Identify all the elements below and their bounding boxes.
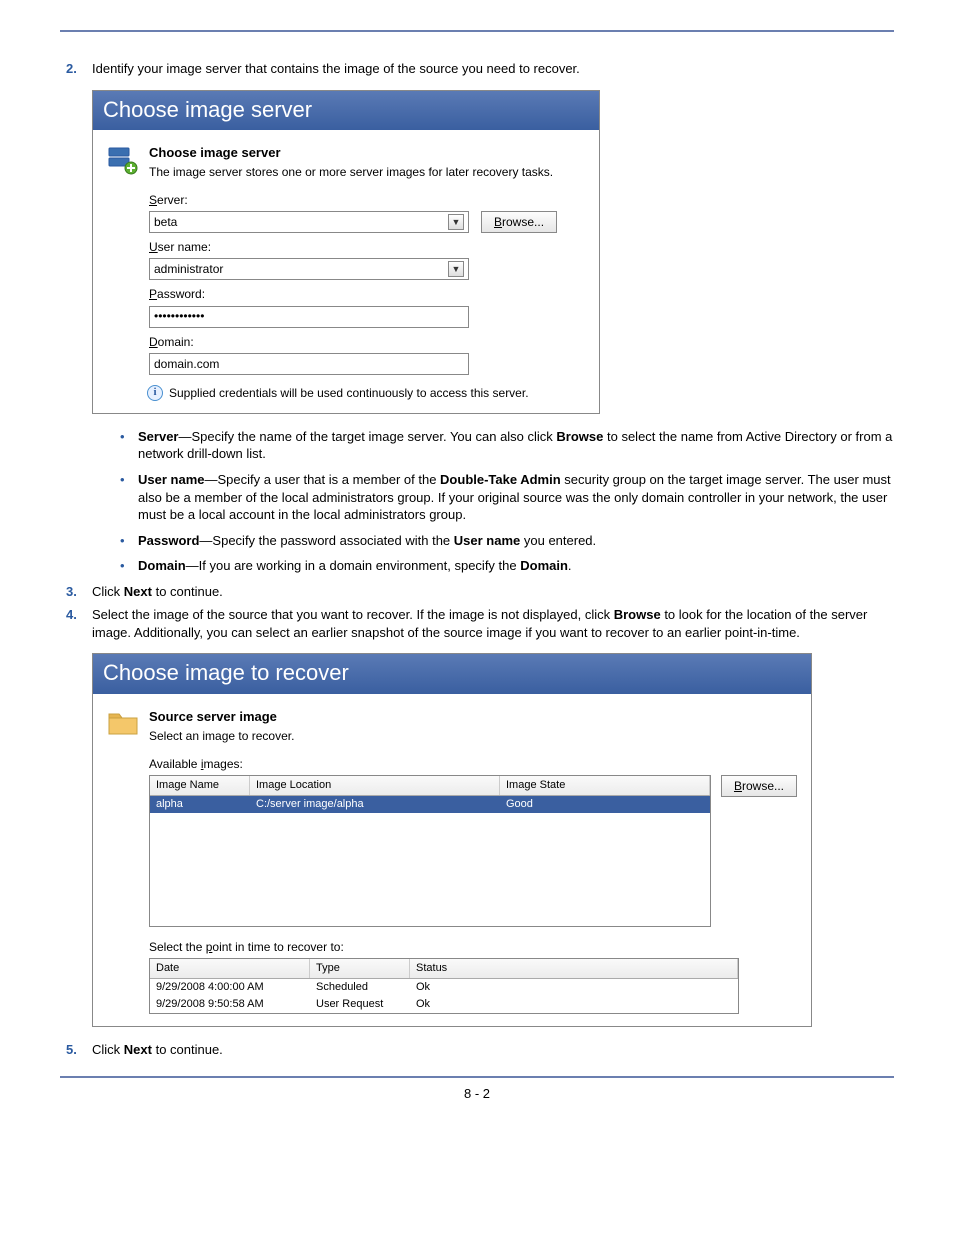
dialog-heading: Choose image server [149, 144, 553, 162]
step-3: 3. Click Next to continue. [60, 583, 894, 601]
col-image-state[interactable]: Image State [500, 776, 710, 795]
username-select[interactable]: administrator ▼ [149, 258, 469, 280]
step-num: 4. [66, 606, 77, 624]
table-header: Image Name Image Location Image State [150, 776, 710, 796]
step-num: 2. [66, 60, 77, 78]
domain-label: Domain: [149, 334, 585, 350]
server-value: beta [154, 214, 177, 230]
choose-image-server-dialog: Choose image server Choose image server … [92, 90, 600, 414]
password-label: Password: [149, 286, 585, 302]
col-status[interactable]: Status [410, 959, 738, 978]
domain-input[interactable]: domain.com [149, 353, 469, 375]
step-4: 4. Select the image of the source that y… [60, 606, 894, 1026]
step-2-text: Identify your image server that contains… [92, 61, 580, 76]
chevron-down-icon[interactable]: ▼ [448, 214, 464, 230]
bullet-username: User name—Specify a user that is a membe… [120, 471, 894, 524]
dialog-sub: Select an image to recover. [149, 728, 294, 744]
step-num: 5. [66, 1041, 77, 1059]
domain-value: domain.com [154, 356, 219, 372]
point-in-time-table[interactable]: Date Type Status 9/29/2008 4:00:00 AM Sc… [149, 958, 739, 1014]
folder-icon [107, 708, 139, 736]
server-icon [107, 144, 139, 176]
dialog-heading: Source server image [149, 708, 294, 726]
chevron-down-icon[interactable]: ▼ [448, 261, 464, 277]
dialog-title: Choose image server [93, 91, 599, 131]
bullet-domain: Domain—If you are working in a domain en… [120, 557, 894, 575]
col-image-location[interactable]: Image Location [250, 776, 500, 795]
browse-button[interactable]: Browse... [721, 775, 797, 797]
choose-image-to-recover-dialog: Choose image to recover Source server im… [92, 653, 812, 1026]
point-in-time-label: Select the point in time to recover to: [149, 939, 797, 955]
browse-button[interactable]: Browse... [481, 211, 557, 233]
password-input[interactable]: •••••••••••• [149, 306, 469, 328]
available-images-table[interactable]: Image Name Image Location Image State al… [149, 775, 711, 927]
available-images-label: Available images: [149, 756, 797, 772]
page-footer: 8 - 2 [0, 1086, 954, 1101]
step-num: 3. [66, 583, 77, 601]
username-value: administrator [154, 261, 223, 277]
bottom-rule [60, 1076, 894, 1078]
table-row[interactable]: alpha C:/server image/alpha Good [150, 796, 710, 813]
top-rule [60, 30, 894, 32]
info-icon: i [147, 385, 163, 401]
table-row[interactable]: 9/29/2008 4:00:00 AM Scheduled Ok [150, 979, 738, 996]
password-value: •••••••••••• [154, 308, 204, 324]
step-2: 2. Identify your image server that conta… [60, 60, 894, 575]
dialog-sub: The image server stores one or more serv… [149, 164, 553, 180]
col-type[interactable]: Type [310, 959, 410, 978]
table-row[interactable]: 9/29/2008 9:50:58 AM User Request Ok [150, 996, 738, 1013]
server-label: Server: [149, 192, 585, 208]
table-header: Date Type Status [150, 959, 738, 979]
bullet-password: Password—Specify the password associated… [120, 532, 894, 550]
col-image-name[interactable]: Image Name [150, 776, 250, 795]
server-select[interactable]: beta ▼ [149, 211, 469, 233]
col-date[interactable]: Date [150, 959, 310, 978]
dialog-title: Choose image to recover [93, 654, 811, 694]
step-5: 5. Click Next to continue. [60, 1041, 894, 1059]
bullet-server: Server—Specify the name of the target im… [120, 428, 894, 463]
info-text: Supplied credentials will be used contin… [169, 385, 529, 401]
username-label: User name: [149, 239, 585, 255]
